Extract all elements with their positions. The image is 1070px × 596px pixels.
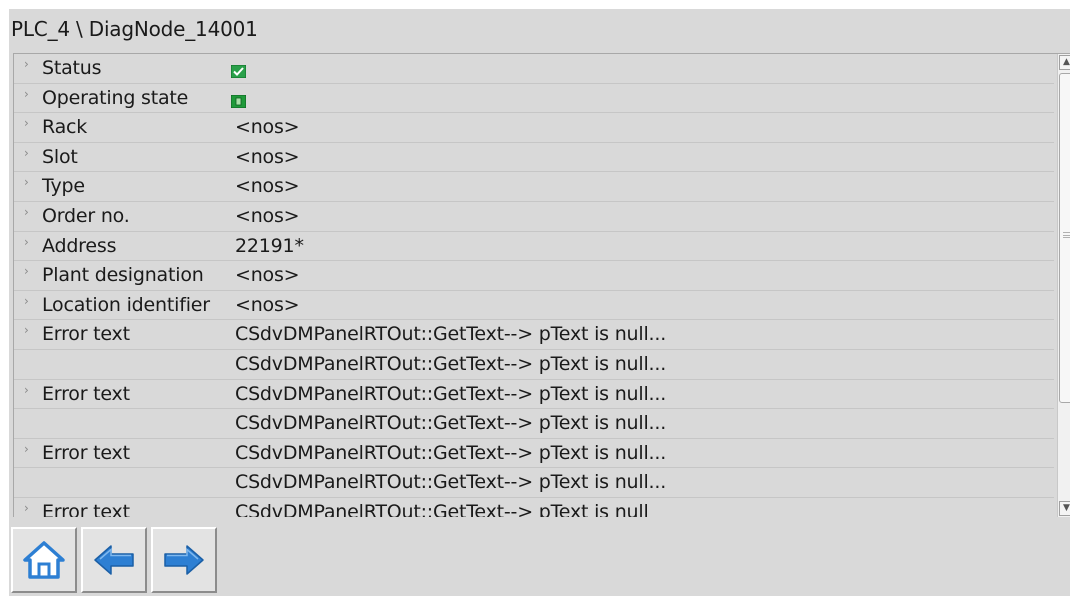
row-order-no[interactable]: › Order no. <nos> bbox=[14, 202, 1054, 232]
expand-chevron-icon[interactable]: › bbox=[24, 443, 29, 455]
vertical-scrollbar[interactable]: ▲ ▼ bbox=[1057, 54, 1070, 517]
expand-chevron-icon[interactable]: › bbox=[24, 176, 29, 188]
scroll-down-arrow-icon[interactable]: ▼ bbox=[1059, 501, 1070, 516]
row-value: CSdvDMPanelRTOut::GetText--> pText is nu… bbox=[235, 382, 667, 405]
operating-state-run-icon bbox=[230, 91, 247, 109]
window-title: PLC_4 \ DiagNode_14001 bbox=[11, 17, 258, 41]
row-value: CSdvDMPanelRTOut::GetText--> pText is nu… bbox=[235, 412, 667, 435]
row-status[interactable]: › Status bbox=[14, 54, 1054, 84]
home-icon bbox=[23, 541, 65, 579]
home-button[interactable] bbox=[11, 527, 77, 593]
expand-chevron-icon[interactable]: › bbox=[24, 147, 29, 159]
status-ok-checkmark-icon bbox=[230, 61, 247, 79]
row-value: <nos> bbox=[235, 116, 300, 139]
expand-chevron-icon[interactable]: › bbox=[24, 58, 29, 70]
row-error-text[interactable]: › Error text CSdvDMPanelRTOut::GetText--… bbox=[14, 498, 1054, 517]
expand-chevron-icon[interactable]: › bbox=[24, 236, 29, 248]
forward-button[interactable] bbox=[151, 527, 217, 593]
row-value: <nos> bbox=[235, 145, 300, 168]
row-label: Plant designation bbox=[42, 264, 204, 287]
row-value: CSdvDMPanelRTOut::GetText--> pText is nu… bbox=[235, 500, 649, 517]
row-error-text[interactable]: › Error text CSdvDMPanelRTOut::GetText--… bbox=[14, 320, 1054, 350]
row-error-text-continuation: CSdvDMPanelRTOut::GetText--> pText is nu… bbox=[14, 350, 1054, 380]
row-label: Error text bbox=[42, 441, 130, 464]
row-label: Location identifier bbox=[42, 293, 210, 316]
row-label: Error text bbox=[42, 323, 130, 346]
expand-chevron-icon[interactable]: › bbox=[24, 324, 29, 336]
row-value: <nos> bbox=[235, 293, 300, 316]
scrollbar-grip-icon bbox=[1063, 232, 1070, 238]
row-value: <nos> bbox=[235, 264, 300, 287]
row-label: Error text bbox=[42, 382, 130, 405]
row-value: CSdvDMPanelRTOut::GetText--> pText is nu… bbox=[235, 352, 667, 375]
row-label: Slot bbox=[42, 145, 78, 168]
row-value: <nos> bbox=[235, 204, 300, 227]
row-label: Type bbox=[42, 175, 85, 198]
expand-chevron-icon[interactable]: › bbox=[24, 384, 29, 396]
row-label: Operating state bbox=[42, 86, 189, 109]
row-error-text-continuation: CSdvDMPanelRTOut::GetText--> pText is nu… bbox=[14, 409, 1054, 439]
expand-chevron-icon[interactable]: › bbox=[24, 206, 29, 218]
row-value: 22191* bbox=[235, 234, 304, 257]
row-label: Address bbox=[42, 234, 117, 257]
row-value: <nos> bbox=[235, 175, 300, 198]
row-label: Error text bbox=[42, 500, 130, 517]
expand-chevron-icon[interactable]: › bbox=[24, 502, 29, 514]
row-value: CSdvDMPanelRTOut::GetText--> pText is nu… bbox=[235, 441, 667, 464]
expand-chevron-icon[interactable]: › bbox=[24, 88, 29, 100]
row-operating-state[interactable]: › Operating state bbox=[14, 84, 1054, 114]
expand-chevron-icon[interactable]: › bbox=[24, 265, 29, 277]
diagnostics-panel: PLC_4 \ DiagNode_14001 › Status › Operat… bbox=[9, 9, 1070, 596]
diagnostic-rows: › Status › Operating state › Rack <nos> … bbox=[14, 54, 1054, 517]
row-value: CSdvDMPanelRTOut::GetText--> pText is nu… bbox=[235, 471, 667, 494]
expand-chevron-icon[interactable]: › bbox=[24, 295, 29, 307]
row-type[interactable]: › Type <nos> bbox=[14, 172, 1054, 202]
row-label: Status bbox=[42, 57, 102, 79]
row-value: CSdvDMPanelRTOut::GetText--> pText is nu… bbox=[235, 323, 667, 346]
row-label: Rack bbox=[42, 116, 88, 139]
row-plant-designation[interactable]: › Plant designation <nos> bbox=[14, 261, 1054, 291]
expand-chevron-icon[interactable]: › bbox=[24, 117, 29, 129]
row-error-text-continuation: CSdvDMPanelRTOut::GetText--> pText is nu… bbox=[14, 468, 1054, 498]
row-address[interactable]: › Address 22191* bbox=[14, 232, 1054, 262]
back-button[interactable] bbox=[81, 527, 147, 593]
arrow-right-icon bbox=[164, 545, 204, 575]
scroll-up-arrow-icon[interactable]: ▲ bbox=[1059, 55, 1070, 70]
row-rack[interactable]: › Rack <nos> bbox=[14, 113, 1054, 143]
row-slot[interactable]: › Slot <nos> bbox=[14, 143, 1054, 173]
diagnostic-list: › Status › Operating state › Rack <nos> … bbox=[13, 53, 1070, 517]
row-label: Order no. bbox=[42, 204, 130, 227]
row-error-text[interactable]: › Error text CSdvDMPanelRTOut::GetText--… bbox=[14, 439, 1054, 469]
arrow-left-icon bbox=[94, 545, 134, 575]
row-error-text[interactable]: › Error text CSdvDMPanelRTOut::GetText--… bbox=[14, 380, 1054, 410]
scrollbar-thumb[interactable] bbox=[1059, 73, 1070, 403]
row-location-identifier[interactable]: › Location identifier <nos> bbox=[14, 291, 1054, 321]
